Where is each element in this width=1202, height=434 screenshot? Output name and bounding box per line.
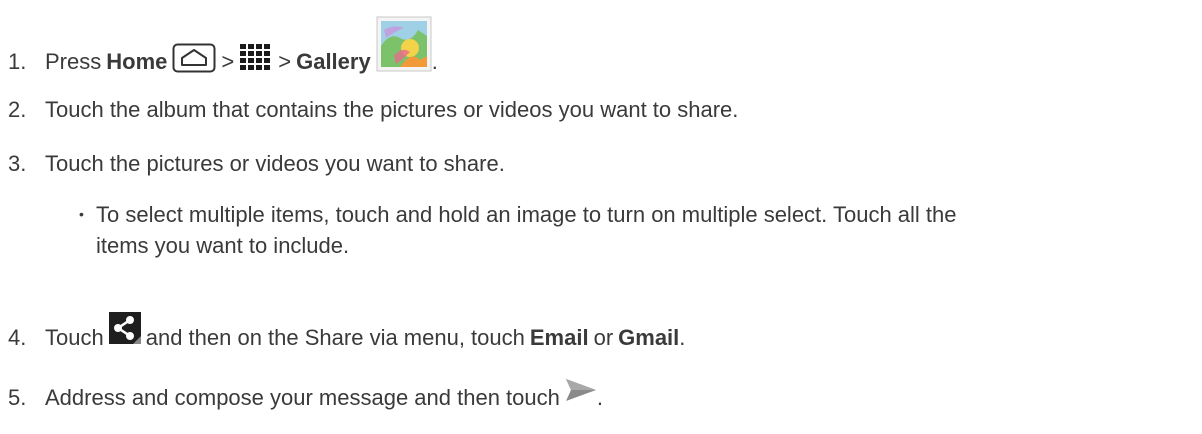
- step-number: 5.: [8, 384, 27, 410]
- step-number: 2.: [8, 97, 27, 122]
- email-label: Email: [529, 324, 589, 350]
- touch-text: Touch: [45, 324, 104, 350]
- step-1: 1. Press Home > > Gallery .: [8, 16, 438, 93]
- share-icon: [108, 312, 141, 351]
- apps-grid-icon: [239, 43, 273, 80]
- step-text-press: Press: [45, 48, 102, 74]
- step-text: and then on the Share via menu, touch: [145, 324, 525, 350]
- step-text: Address and compose your message and the…: [45, 384, 560, 410]
- step-number: 4.: [8, 324, 27, 350]
- gallery-label: Gallery: [296, 48, 371, 74]
- step-5: 5. Address and compose your message and …: [8, 379, 603, 414]
- step-number: 3.: [8, 151, 27, 176]
- home-key-icon: [172, 43, 216, 80]
- step-number: 1.: [8, 48, 27, 74]
- gallery-app-icon: [376, 16, 432, 79]
- send-icon: [565, 377, 597, 410]
- period: .: [431, 48, 438, 74]
- or-text: or: [593, 324, 614, 350]
- bullet-text: To select multiple items, touch and hold…: [96, 199, 957, 261]
- step-3: 3. Touch the pictures or videos you want…: [8, 150, 505, 178]
- period: .: [596, 384, 603, 410]
- step-text: Touch the pictures or videos you want to…: [45, 151, 505, 176]
- bullet-line-1: To select multiple items, touch and hold…: [96, 202, 957, 227]
- bullet-marker: •: [79, 206, 84, 222]
- step-text: Touch the album that contains the pictur…: [45, 97, 739, 122]
- step-2: 2. Touch the album that contains the pic…: [8, 96, 738, 124]
- separator: >: [221, 48, 235, 74]
- bullet-item: • To select multiple items, touch and ho…: [79, 199, 1194, 261]
- gmail-label: Gmail: [618, 324, 680, 350]
- period: .: [679, 324, 686, 350]
- home-label: Home: [106, 48, 168, 74]
- step-4: 4. Touch and then on the Share via menu,…: [8, 312, 686, 357]
- bullet-line-2: items you want to include.: [96, 233, 350, 258]
- separator: >: [278, 48, 292, 74]
